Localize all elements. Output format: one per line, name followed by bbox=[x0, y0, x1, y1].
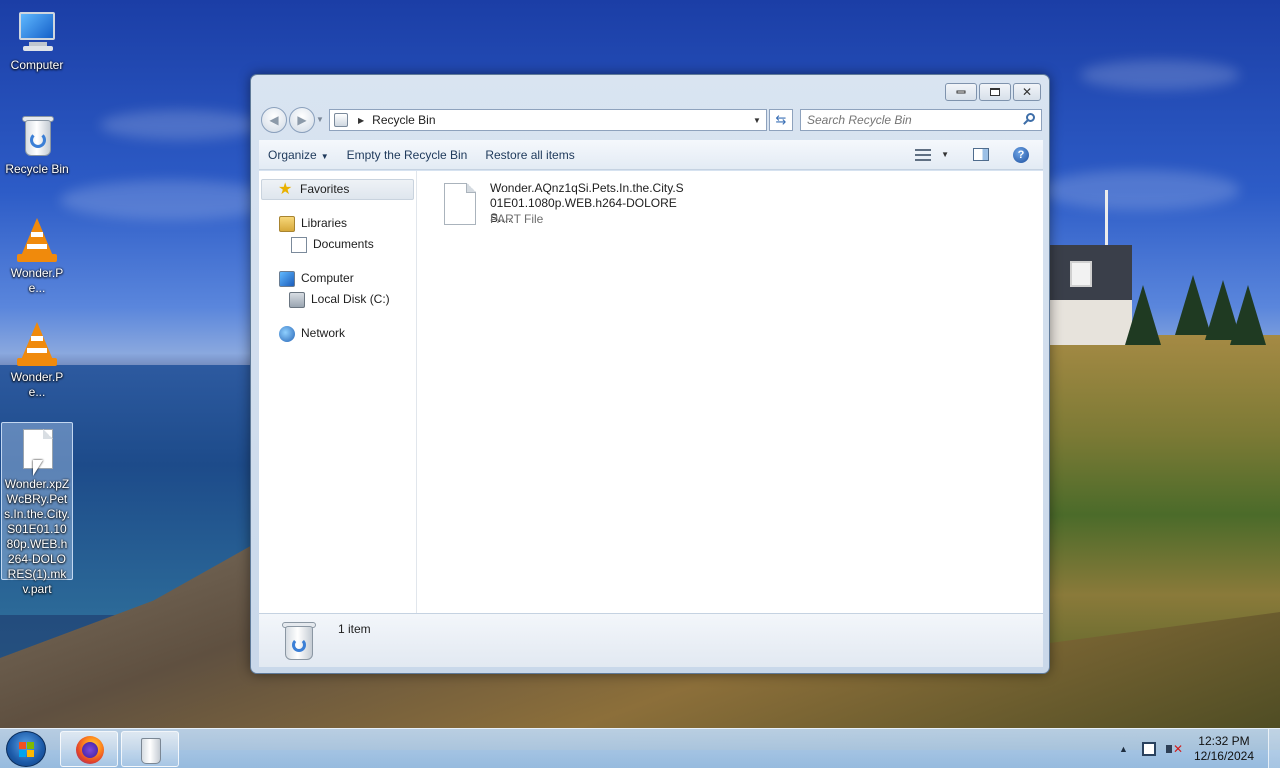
recycle-bin-icon bbox=[141, 738, 161, 764]
vlc-icon bbox=[13, 216, 61, 264]
caption-buttons: ✕ bbox=[945, 83, 1041, 101]
desktop-icon-label: Computer bbox=[10, 58, 64, 72]
nav-label: Computer bbox=[301, 271, 354, 285]
recycle-bin-icon bbox=[281, 620, 317, 662]
taskbar: ▲ ✕ 12:32 PM 12/16/2024 bbox=[0, 728, 1280, 768]
desktop-icon-computer[interactable]: Computer bbox=[1, 8, 73, 73]
mouse-cursor-icon bbox=[33, 460, 43, 476]
windows-logo-icon bbox=[19, 742, 35, 758]
nav-item-computer[interactable]: Computer bbox=[259, 268, 416, 289]
clock[interactable]: 12:32 PM 12/16/2024 bbox=[1194, 734, 1254, 764]
search-box[interactable] bbox=[800, 109, 1042, 131]
recycle-bin-icon bbox=[13, 112, 61, 160]
breadcrumb-recycle-bin[interactable]: Recycle Bin bbox=[372, 113, 748, 127]
refresh-icon: ⇆ bbox=[775, 112, 787, 127]
nav-item-network[interactable]: Network bbox=[259, 323, 416, 344]
desktop-icon-label: Wonder.Pe... bbox=[10, 266, 64, 295]
start-button[interactable] bbox=[6, 731, 46, 767]
nav-item-libraries[interactable]: Libraries bbox=[259, 213, 416, 234]
back-button[interactable]: ◀ bbox=[261, 107, 287, 133]
file-item[interactable]: Wonder.AQnz1qSi.Pets.In.the.City.S01E01.… bbox=[444, 181, 684, 229]
recycle-bin-window[interactable]: ✕ ◀ ▶ ▼ ▶ Recycle Bin ▼ ⇆ Organize▼ Empt… bbox=[250, 74, 1050, 674]
minimize-button[interactable] bbox=[945, 83, 977, 101]
nav-item-documents[interactable]: Documents bbox=[259, 234, 416, 255]
preview-pane-icon[interactable] bbox=[973, 148, 989, 161]
forward-button[interactable]: ▶ bbox=[289, 107, 315, 133]
clock-date: 12/16/2024 bbox=[1193, 749, 1254, 763]
organize-label: Organize bbox=[268, 147, 317, 162]
network-status-icon[interactable] bbox=[1141, 742, 1156, 756]
forward-arrow-icon: ▶ bbox=[297, 113, 307, 127]
nav-label: Local Disk (C:) bbox=[311, 292, 390, 306]
nav-label: Network bbox=[301, 326, 346, 340]
explorer-body: ★ Favorites Libraries Documents Computer… bbox=[259, 171, 1043, 613]
nav-item-favorites[interactable]: ★ Favorites bbox=[261, 179, 414, 200]
nav-label: Libraries bbox=[301, 216, 348, 230]
navigation-pane: ★ Favorites Libraries Documents Computer… bbox=[259, 171, 417, 613]
item-count: 1 item bbox=[338, 622, 371, 636]
recent-pages-chevron-icon[interactable]: ▼ bbox=[316, 115, 324, 124]
maximize-button[interactable] bbox=[979, 83, 1011, 101]
clock-time: 12:32 PM bbox=[1198, 734, 1250, 748]
breadcrumb-separator-icon[interactable]: ▶ bbox=[358, 116, 364, 125]
taskbar-recycle-bin-button[interactable] bbox=[121, 731, 179, 767]
taskbar-firefox-button[interactable] bbox=[60, 731, 118, 767]
desktop-icon-label: Recycle Bin bbox=[5, 162, 69, 176]
chevron-down-icon: ▼ bbox=[320, 151, 329, 161]
computer-icon bbox=[279, 270, 295, 287]
maximize-icon bbox=[990, 88, 1000, 96]
help-icon[interactable]: ? bbox=[1013, 146, 1029, 163]
search-input[interactable] bbox=[801, 110, 1011, 130]
system-tray: ▲ ✕ 12:32 PM 12/16/2024 bbox=[1119, 729, 1280, 768]
minimize-icon bbox=[956, 90, 966, 94]
view-options-chevron-icon[interactable]: ▼ bbox=[941, 150, 949, 159]
library-icon bbox=[279, 215, 295, 232]
desktop-icon-label: Wonder.Pe... bbox=[10, 370, 64, 399]
hard-disk-icon bbox=[289, 291, 305, 308]
refresh-button[interactable]: ⇆ bbox=[769, 109, 793, 131]
navigation-bar: ◀ ▶ ▼ ▶ Recycle Bin ▼ ⇆ bbox=[259, 107, 1043, 133]
organize-button[interactable]: Organize ▼ bbox=[259, 144, 338, 166]
file-icon bbox=[444, 183, 478, 227]
vlc-icon bbox=[13, 320, 61, 368]
address-dropdown-icon[interactable]: ▼ bbox=[748, 116, 766, 125]
address-bar[interactable]: ▶ Recycle Bin ▼ bbox=[329, 109, 767, 131]
show-hidden-icons-icon[interactable]: ▲ bbox=[1119, 744, 1128, 754]
search-icon[interactable] bbox=[1023, 113, 1035, 125]
file-list: Wonder.AQnz1qSi.Pets.In.the.City.S01E01.… bbox=[418, 171, 1043, 613]
nav-item-local-disk[interactable]: Local Disk (C:) bbox=[259, 289, 416, 310]
desktop-icon-vlc-1[interactable]: Wonder.Pe... bbox=[1, 216, 73, 296]
close-button[interactable]: ✕ bbox=[1013, 83, 1041, 101]
file-type: PART File bbox=[490, 212, 544, 226]
show-desktop-button[interactable] bbox=[1268, 729, 1280, 768]
desktop-icon-vlc-2[interactable]: Wonder.Pe... bbox=[1, 320, 73, 400]
star-icon: ★ bbox=[278, 180, 293, 198]
command-bar: Organize ▼ Empty the Recycle Bin Restore … bbox=[259, 140, 1043, 170]
volume-muted-icon[interactable]: ✕ bbox=[1165, 742, 1183, 756]
empty-recycle-bin-button[interactable]: Empty the Recycle Bin bbox=[338, 144, 477, 166]
desktop-icon-part-file[interactable]: Wonder.xpZWcBRy.Pets.In.the.City.S01E01.… bbox=[1, 422, 73, 596]
restore-all-items-button[interactable]: Restore all items bbox=[476, 144, 583, 166]
details-pane: 1 item bbox=[259, 613, 1043, 667]
nav-label: Documents bbox=[313, 237, 374, 251]
nav-label: Favorites bbox=[300, 182, 350, 196]
back-arrow-icon: ◀ bbox=[269, 113, 279, 127]
close-icon: ✕ bbox=[1021, 85, 1033, 99]
documents-icon bbox=[291, 236, 307, 253]
desktop-icon-label: Wonder.xpZWcBRy.Pets.In.the.City.S01E01.… bbox=[4, 477, 70, 596]
desktop-icon-recycle-bin[interactable]: Recycle Bin bbox=[1, 112, 73, 177]
computer-icon bbox=[13, 8, 61, 56]
recycle-bin-small-icon bbox=[334, 113, 348, 127]
network-icon bbox=[279, 325, 295, 342]
change-view-icon[interactable] bbox=[915, 148, 932, 161]
